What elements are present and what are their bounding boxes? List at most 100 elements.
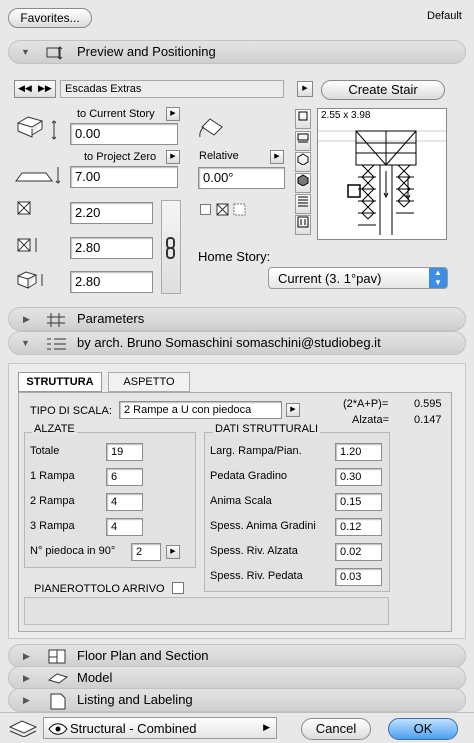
create-stair-button[interactable]: Create Stair bbox=[321, 80, 445, 100]
anima-scala-field[interactable]: 0.15 bbox=[335, 493, 382, 511]
piedoca-label: N° piedoca in 90° bbox=[30, 545, 116, 557]
chain-link-icon bbox=[166, 237, 175, 259]
prev-icon[interactable]: ◀◀ bbox=[18, 83, 32, 94]
mirror-checkbox[interactable] bbox=[200, 204, 211, 215]
length-field[interactable]: 2.80 bbox=[70, 237, 153, 259]
view-axonometric-button[interactable] bbox=[295, 152, 311, 172]
alzate-totale-field[interactable]: 19 bbox=[106, 443, 143, 461]
library-nav[interactable]: ◀◀ ▶▶ bbox=[14, 80, 56, 98]
parameters-icon bbox=[47, 313, 65, 327]
piedoca-field[interactable]: 2 bbox=[131, 543, 161, 561]
disclosure-closed-icon-3: ▶ bbox=[23, 673, 30, 683]
listing-icon bbox=[50, 693, 66, 710]
tab-struttura[interactable]: STRUTTURA bbox=[18, 372, 102, 392]
dati-row-label: Pedata Gradino bbox=[210, 470, 288, 482]
pianerottolo-panel bbox=[24, 597, 389, 625]
angle-field[interactable]: 0.00° bbox=[198, 167, 285, 189]
select-arrows-icon: ▲ ▼ bbox=[429, 268, 447, 288]
length-icon bbox=[17, 238, 37, 252]
spess-riv-alzata-field[interactable]: 0.02 bbox=[335, 543, 382, 561]
preview-section-icon bbox=[46, 46, 63, 60]
eye-icon bbox=[48, 723, 68, 735]
relative-label: Relative bbox=[199, 150, 239, 162]
alzate-row-label: Totale bbox=[30, 445, 60, 457]
to-project-zero-menu[interactable]: ▶ bbox=[166, 150, 180, 164]
story-elevation-icon bbox=[16, 116, 57, 140]
floorplan-section-header[interactable]: ▶ Floor Plan and Section bbox=[8, 644, 466, 668]
tipo-menu[interactable]: ▶ bbox=[286, 403, 300, 417]
tipo-field[interactable]: 2 Rampe a U con piedoca bbox=[119, 401, 282, 419]
alzate-row-label: 1 Rampa bbox=[30, 470, 75, 482]
view-plan-button[interactable] bbox=[295, 109, 311, 129]
listing-section-label: Listing and Labeling bbox=[77, 692, 193, 707]
width-icon bbox=[17, 201, 31, 215]
model-section-label: Model bbox=[77, 670, 113, 685]
author-section-header[interactable]: ▼ by arch. Bruno Somaschini somaschini@s… bbox=[8, 331, 466, 355]
view-shaded-button[interactable] bbox=[295, 173, 311, 193]
alzate-row-label: 2 Rampa bbox=[30, 495, 75, 507]
cancel-button[interactable]: Cancel bbox=[301, 718, 371, 740]
alzate-rampa2-field[interactable]: 4 bbox=[106, 493, 143, 511]
to-current-story-label: to Current Story bbox=[77, 108, 155, 120]
tipo-label: TIPO DI SCALA: bbox=[30, 405, 112, 417]
to-current-story-menu[interactable]: ▶ bbox=[166, 107, 180, 121]
larg-rampa-field[interactable]: 1.20 bbox=[335, 443, 382, 461]
info-view-icon bbox=[297, 216, 309, 228]
model-section-header[interactable]: ▶ Model bbox=[8, 666, 466, 690]
list-view-icon bbox=[298, 196, 308, 207]
relative-menu[interactable]: ▶ bbox=[270, 150, 284, 164]
tab-struttura-label: STRUTTURA bbox=[26, 376, 94, 388]
disclosure-open-icon-2: ▼ bbox=[21, 338, 30, 348]
layer-icon bbox=[8, 720, 38, 737]
formula-a-value: 0.595 bbox=[414, 398, 442, 410]
project-zero-icon bbox=[15, 167, 61, 184]
preview-section-header[interactable]: ▼ Preview and Positioning bbox=[8, 40, 466, 64]
alzate-title: ALZATE bbox=[32, 423, 77, 435]
to-project-zero-field[interactable]: 7.00 bbox=[70, 166, 178, 188]
favorites-button[interactable]: Favorites... bbox=[8, 8, 92, 28]
section-view-icon bbox=[297, 133, 309, 143]
stair-plan-preview bbox=[318, 130, 446, 235]
parameters-section-label: Parameters bbox=[77, 311, 145, 326]
default-label: Default bbox=[427, 10, 462, 22]
chain-lock-button[interactable] bbox=[161, 200, 181, 294]
disclosure-closed-icon-4: ▶ bbox=[23, 695, 30, 705]
alzate-row-label: 3 Rampa bbox=[30, 520, 75, 532]
view-list-button[interactable] bbox=[295, 194, 311, 214]
spess-riv-pedata-field[interactable]: 0.03 bbox=[335, 568, 382, 586]
view-select-value: Structural - Combined bbox=[70, 721, 197, 736]
next-icon[interactable]: ▶▶ bbox=[38, 83, 52, 94]
author-section-label: by arch. Bruno Somaschini somaschini@stu… bbox=[77, 335, 381, 350]
view-select[interactable]: Structural - Combined ▶ bbox=[43, 717, 277, 739]
rotation-icon bbox=[199, 118, 223, 138]
ok-button[interactable]: OK bbox=[388, 718, 458, 740]
to-project-zero-label: to Project Zero bbox=[84, 151, 157, 163]
spess-anima-field[interactable]: 0.12 bbox=[335, 518, 382, 536]
library-menu-button[interactable]: ▶ bbox=[297, 81, 313, 97]
pianerottolo-checkbox[interactable] bbox=[172, 582, 184, 594]
alzate-rampa3-field[interactable]: 4 bbox=[106, 518, 143, 536]
home-story-value: Current (3. 1°pav) bbox=[278, 271, 382, 286]
tab-aspetto-label: ASPETTO bbox=[123, 376, 175, 388]
plan-view-icon bbox=[298, 111, 308, 121]
view-section-button[interactable] bbox=[295, 131, 311, 151]
dati-row-label: Spess. Anima Gradini bbox=[210, 520, 316, 532]
dati-row-label: Anima Scala bbox=[210, 495, 272, 507]
mirror-icon bbox=[216, 203, 246, 216]
to-current-story-field[interactable]: 0.00 bbox=[70, 123, 178, 145]
listing-section-header[interactable]: ▶ Listing and Labeling bbox=[8, 688, 466, 712]
piedoca-menu[interactable]: ▶ bbox=[166, 545, 180, 559]
dati-row-label: Spess. Riv. Alzata bbox=[210, 545, 298, 557]
width-field[interactable]: 2.20 bbox=[70, 202, 153, 224]
view-info-button[interactable] bbox=[295, 215, 311, 235]
home-story-select[interactable]: Current (3. 1°pav) ▲ ▼ bbox=[268, 267, 448, 289]
alzate-rampa1-field[interactable]: 6 bbox=[106, 468, 143, 486]
floorplan-section-label: Floor Plan and Section bbox=[77, 648, 209, 663]
formula-b-label: Alzata= bbox=[352, 414, 389, 426]
pedata-gradino-field[interactable]: 0.30 bbox=[335, 468, 382, 486]
parameters-section-header[interactable]: ▶ Parameters bbox=[8, 307, 466, 331]
disclosure-open-icon: ▼ bbox=[21, 47, 30, 57]
library-name: Escadas Extras bbox=[60, 80, 284, 98]
height-field[interactable]: 2.80 bbox=[70, 271, 153, 293]
tab-aspetto[interactable]: ASPETTO bbox=[108, 372, 190, 392]
